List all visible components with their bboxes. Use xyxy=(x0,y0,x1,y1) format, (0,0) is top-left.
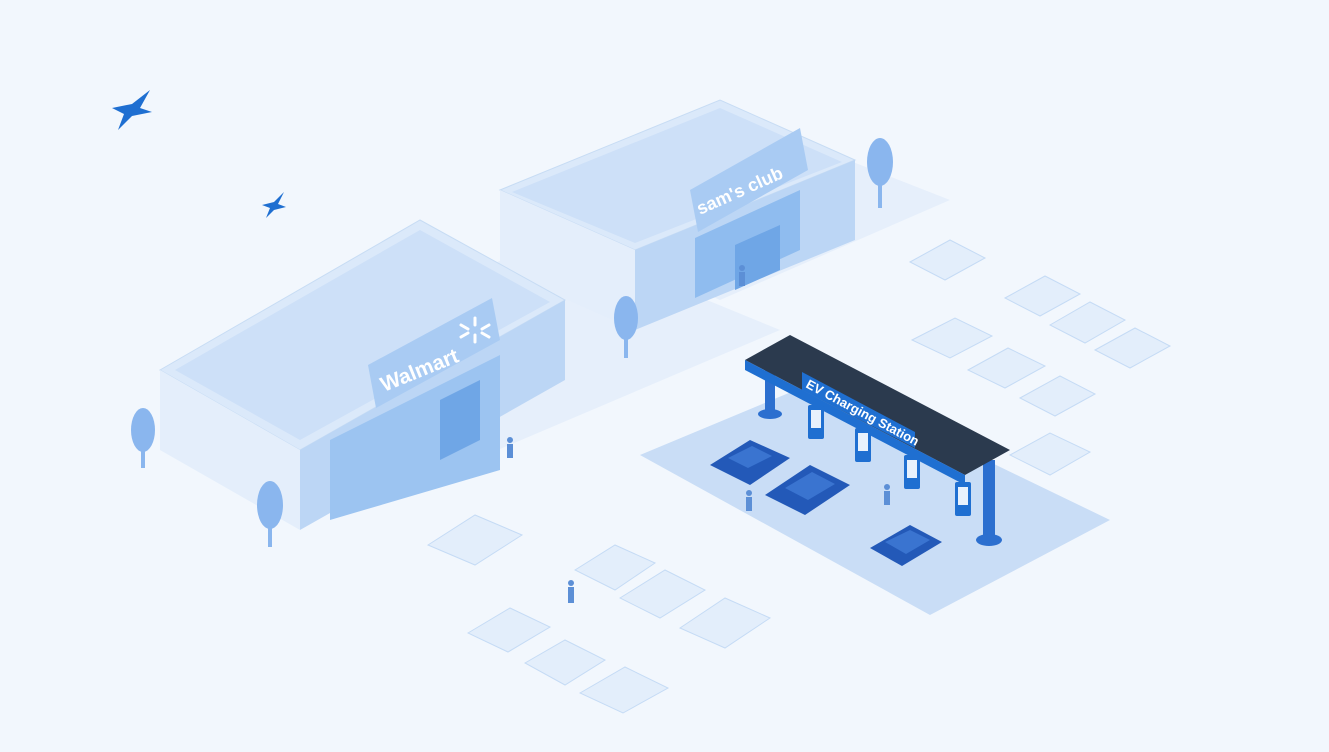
person xyxy=(568,580,574,603)
person xyxy=(746,490,752,511)
charger xyxy=(904,455,920,489)
charger xyxy=(955,482,971,516)
charger xyxy=(808,405,824,439)
charger xyxy=(855,428,871,462)
person xyxy=(739,265,745,286)
person xyxy=(884,484,890,505)
person xyxy=(507,437,513,458)
parking-lot-illustration: sam's club Walmart EV Charging Station xyxy=(0,0,1329,752)
